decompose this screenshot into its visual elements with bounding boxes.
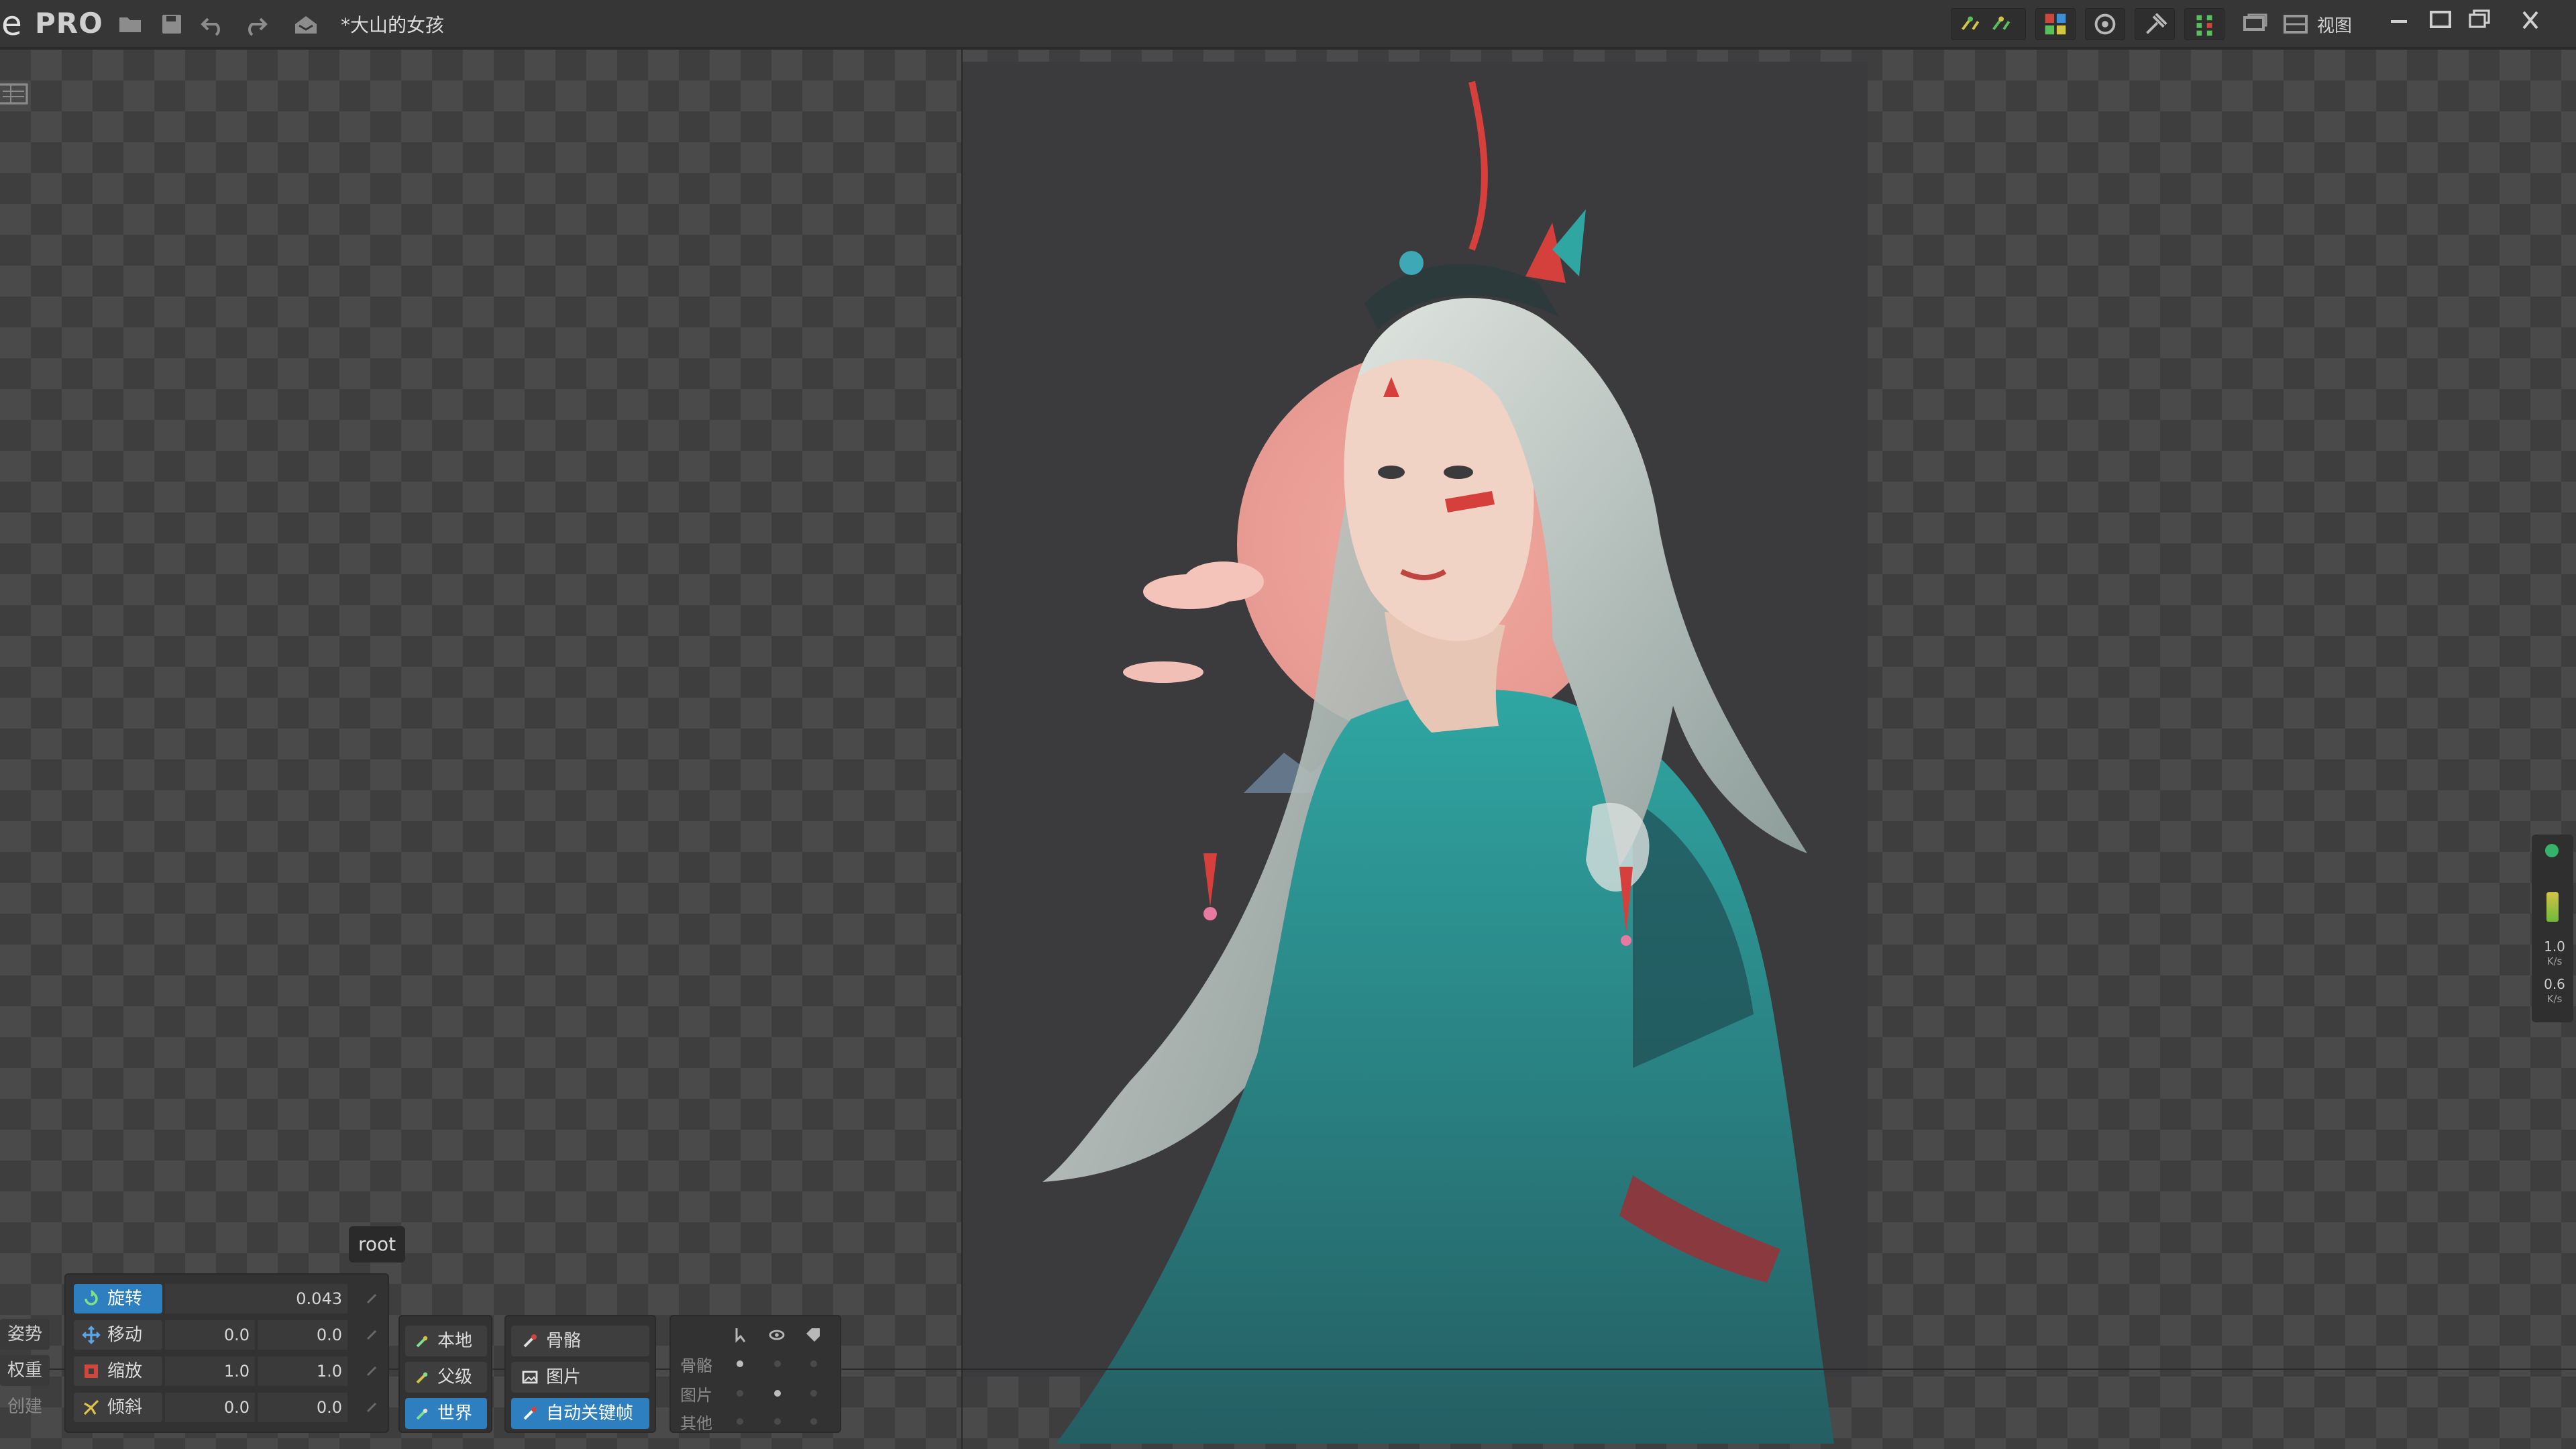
settings-icon[interactable] (2085, 8, 2125, 40)
tag-icon[interactable] (804, 1326, 822, 1344)
link-icon[interactable] (364, 1399, 380, 1415)
origin-vertical-axis (961, 50, 963, 1449)
select-icon[interactable] (731, 1326, 750, 1344)
transform-panel: 旋转 0.043 移动 0.0 0.0 缩放 1.0 1.0 倾斜 0.0 0.… (64, 1273, 389, 1433)
grid-icon[interactable] (2184, 8, 2224, 40)
translate-row: 移动 0.0 0.0 (74, 1320, 382, 1350)
tab-create[interactable]: 创建 (0, 1391, 50, 1422)
mode-tabs: 姿势 权重 创建 (0, 1315, 52, 1433)
save-icon[interactable] (158, 11, 185, 38)
translate-x-field[interactable]: 0.0 (165, 1320, 255, 1350)
scale-y-field[interactable]: 1.0 (258, 1356, 347, 1386)
world-axis-icon (416, 1408, 428, 1420)
other-tag-toggle[interactable] (810, 1418, 817, 1425)
app-edition-label: PRO (35, 7, 103, 40)
pin-icon[interactable] (2135, 8, 2175, 40)
editor-viewport[interactable]: 1.0 K/s 0.6 K/s root (0, 50, 2576, 1449)
translate-button[interactable]: 移动 (74, 1320, 162, 1350)
visibility-row-images: 图片 (680, 1386, 712, 1405)
selected-bone-label: root (349, 1226, 406, 1263)
rotate-icon (85, 1289, 98, 1305)
shear-row: 倾斜 0.0 0.0 (74, 1393, 382, 1422)
images-visible-toggle[interactable] (774, 1390, 781, 1397)
image-icon (522, 1371, 538, 1384)
shear-icon (83, 1399, 99, 1415)
eye-icon[interactable] (767, 1326, 786, 1344)
rotate-value-field[interactable]: 0.043 (165, 1284, 347, 1313)
images-tag-toggle[interactable] (810, 1390, 817, 1397)
other-visible-toggle[interactable] (774, 1418, 781, 1425)
link-icon[interactable] (364, 1327, 380, 1343)
scale-row: 缩放 1.0 1.0 (74, 1356, 382, 1386)
scale-x-field[interactable]: 1.0 (165, 1356, 255, 1386)
redo-icon[interactable] (241, 11, 268, 38)
minimize-icon[interactable] (2380, 5, 2418, 35)
link-icon[interactable] (364, 1363, 380, 1379)
rotate-button[interactable]: 旋转 (74, 1284, 162, 1313)
rate-readout-2: 0.6 K/s (2544, 976, 2565, 1005)
layers-icon[interactable] (2237, 8, 2271, 40)
key-bones-button[interactable]: 骨骼 (511, 1326, 649, 1356)
bones-tag-toggle[interactable] (810, 1360, 817, 1367)
shear-y-field[interactable]: 0.0 (258, 1393, 347, 1422)
character-artwork[interactable] (962, 62, 1982, 1444)
bones-select-toggle[interactable] (737, 1360, 743, 1367)
bone-icon (523, 1334, 537, 1348)
parent-axis-icon (416, 1372, 428, 1384)
view-icon[interactable] (2278, 8, 2313, 40)
axis-world-button[interactable]: 世界 (405, 1398, 487, 1429)
app-logo: e (1, 4, 22, 43)
other-select-toggle[interactable] (737, 1418, 743, 1425)
local-axis-icon (416, 1336, 428, 1348)
texture-packer-icon[interactable] (2035, 8, 2076, 40)
scale-button[interactable]: 缩放 (74, 1356, 162, 1386)
shear-x-field[interactable]: 0.0 (165, 1393, 255, 1422)
close-icon[interactable] (2512, 5, 2549, 35)
rate-readout-1: 1.0 K/s (2544, 938, 2565, 967)
tab-weights[interactable]: 权重 (0, 1355, 50, 1386)
auto-key-icon (523, 1407, 537, 1420)
bones-visible-toggle[interactable] (774, 1360, 781, 1367)
document-title: *大山的女孩 (341, 14, 445, 36)
visibility-row-other: 其他 (680, 1414, 712, 1433)
axes-panel: 本地 父级 世界 (398, 1315, 492, 1433)
scale-icon (85, 1364, 98, 1378)
rate-meter: 1.0 K/s 0.6 K/s (2532, 835, 2573, 1022)
axis-local-button[interactable]: 本地 (405, 1326, 487, 1356)
rotate-row: 旋转 0.043 (74, 1284, 382, 1313)
status-indicator (2545, 844, 2559, 857)
bone-tree-icon[interactable] (1951, 8, 2026, 40)
move-icon (82, 1326, 101, 1344)
keying-panel: 骨骼 图片 自动关键帧 (504, 1315, 656, 1433)
tab-pose[interactable]: 姿势 (0, 1319, 50, 1350)
link-icon[interactable] (364, 1291, 380, 1307)
folder-icon[interactable] (117, 11, 144, 38)
restore-icon[interactable] (2461, 5, 2498, 35)
view-menu-label[interactable]: 视图 (2317, 12, 2352, 37)
frame-icon[interactable] (0, 79, 31, 109)
translate-y-field[interactable]: 0.0 (258, 1320, 347, 1350)
shear-button[interactable]: 倾斜 (74, 1393, 162, 1422)
auto-key-button[interactable]: 自动关键帧 (511, 1398, 649, 1429)
undo-icon[interactable] (200, 11, 227, 38)
level-bar (2546, 892, 2559, 922)
maximize-icon[interactable] (2422, 5, 2459, 35)
images-select-toggle[interactable] (737, 1390, 743, 1397)
export-icon[interactable] (292, 11, 319, 38)
axis-parent-button[interactable]: 父级 (405, 1362, 487, 1393)
key-images-button[interactable]: 图片 (511, 1362, 649, 1393)
title-bar: e PRO *大山的女孩 视图 (0, 0, 2576, 48)
visibility-row-bones: 骨骼 (680, 1356, 712, 1375)
visibility-panel: 骨骼 图片 其他 (669, 1315, 841, 1433)
